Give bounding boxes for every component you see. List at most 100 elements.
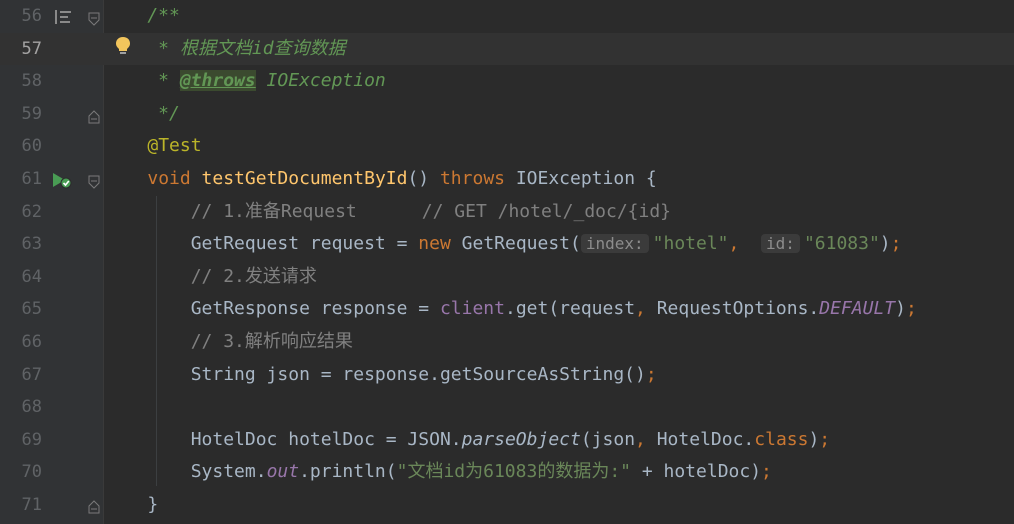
code-token: ; xyxy=(905,298,917,320)
code-token: , xyxy=(635,298,657,320)
code-token: (json xyxy=(580,428,636,450)
code-token: IOException xyxy=(255,70,386,92)
code-token: /** xyxy=(104,5,180,26)
code-token: ; xyxy=(819,428,831,450)
code-text[interactable]: } xyxy=(104,489,1014,522)
code-text[interactable]: * 根据文档id查询数据 xyxy=(104,33,1014,66)
code-text[interactable]: GetResponse response = client.get(reques… xyxy=(104,293,1014,326)
code-line[interactable]: 56 /** xyxy=(0,0,1014,33)
code-text[interactable]: void testGetDocumentById() throws IOExce… xyxy=(104,163,1014,196)
code-token: HotelDoc hotelDoc = JSON. xyxy=(104,428,462,450)
code-text[interactable]: HotelDoc hotelDoc = JSON.parseObject(jso… xyxy=(104,424,1014,457)
code-line[interactable]: 64 // 2.发送请求 xyxy=(0,261,1014,294)
code-text[interactable]: String json = response.getSourceAsString… xyxy=(104,359,1014,392)
code-token: HotelDoc. xyxy=(656,428,755,450)
code-token: out xyxy=(266,461,300,483)
parameter-hint: id: xyxy=(761,234,800,254)
code-token: RequestOptions. xyxy=(656,298,820,320)
fold-end-icon[interactable] xyxy=(88,108,100,124)
code-editor[interactable]: 56 /** 57 * 根据文档id查询数据 58 * @throws IOExce… xyxy=(0,0,1014,524)
code-text[interactable]: * @throws IOException xyxy=(104,65,1014,98)
code-token: ; xyxy=(645,363,657,385)
code-token: + hotelDoc) xyxy=(631,461,762,483)
line-number: 61 xyxy=(21,169,42,189)
doc-comment-render-icon[interactable] xyxy=(54,9,72,30)
code-text[interactable]: */ xyxy=(104,98,1014,131)
code-token: class xyxy=(754,428,809,450)
lightbulb-icon[interactable] xyxy=(115,36,131,61)
code-token: String json = response.getSourceAsString… xyxy=(104,363,646,385)
code-token: } xyxy=(104,494,159,515)
code-token: void xyxy=(147,168,202,189)
code-token: * 根据文档id查询数据 xyxy=(104,37,346,59)
code-token: @Test xyxy=(147,135,202,157)
code-token: ; xyxy=(761,461,772,483)
code-line[interactable]: 61 void testGetDocumentById() throws IOE… xyxy=(0,163,1014,196)
parameter-hint: index: xyxy=(580,234,649,254)
line-number: 67 xyxy=(21,364,42,385)
code-token: GetRequest request = xyxy=(104,233,419,255)
line-number: 65 xyxy=(21,299,42,320)
line-number: 62 xyxy=(21,201,42,222)
code-line[interactable]: 59 */ xyxy=(0,98,1014,131)
code-line[interactable]: 71 } xyxy=(0,489,1014,522)
line-number: 56 xyxy=(21,6,42,26)
code-token: * xyxy=(104,70,180,92)
code-text[interactable]: // 1.准备Request // GET /hotel/_doc/{id} xyxy=(104,196,1014,229)
code-text[interactable]: /** xyxy=(104,0,1014,33)
code-token: new xyxy=(418,233,462,255)
code-line[interactable]: 70 System.out.println("文档id为61083的数据为:" … xyxy=(0,456,1014,489)
fold-end-icon[interactable] xyxy=(88,498,100,514)
code-line[interactable]: 69 HotelDoc hotelDoc = JSON.parseObject(… xyxy=(0,424,1014,457)
fold-marker-icon[interactable] xyxy=(88,173,100,189)
code-token: GetResponse response = xyxy=(104,298,440,320)
code-token: "hotel" xyxy=(652,233,729,255)
code-text[interactable]: System.out.println("文档id为61083的数据为:" + h… xyxy=(104,456,1014,489)
code-token: ) xyxy=(879,233,891,255)
line-number: 69 xyxy=(21,429,42,450)
line-number: 71 xyxy=(21,495,42,515)
code-line[interactable]: 58 * @throws IOException xyxy=(0,65,1014,98)
line-number: 57 xyxy=(21,38,42,59)
code-line[interactable]: 60 @Test xyxy=(0,130,1014,163)
indent-guide xyxy=(156,196,157,486)
code-text[interactable]: @Test xyxy=(104,130,1014,163)
fold-marker-icon[interactable] xyxy=(88,10,100,26)
code-token: // 3.解析响应结果 xyxy=(104,331,353,352)
code-token: , xyxy=(635,428,657,450)
code-text[interactable]: GetRequest request = new GetRequest(inde… xyxy=(104,228,1014,261)
line-number: 70 xyxy=(21,462,42,483)
code-token: client xyxy=(439,298,505,320)
run-test-icon[interactable] xyxy=(51,170,73,195)
code-token: DEFAULT xyxy=(819,298,896,320)
line-number: 63 xyxy=(21,234,42,255)
code-token: , xyxy=(728,233,762,255)
code-line[interactable]: 65 GetResponse response = client.get(req… xyxy=(0,293,1014,326)
line-number: 68 xyxy=(21,397,42,418)
line-number: 64 xyxy=(21,266,42,287)
code-token: IOException { xyxy=(515,168,657,189)
line-number: 59 xyxy=(21,103,42,124)
code-line[interactable]: 67 String json = response.getSourceAsStr… xyxy=(0,359,1014,392)
code-line[interactable]: 66 // 3.解析响应结果 xyxy=(0,326,1014,359)
code-text[interactable]: // 3.解析响应结果 xyxy=(104,326,1014,359)
code-token: // 1.准备Request // GET /hotel/_doc/{id} xyxy=(104,200,672,222)
code-token: parseObject xyxy=(461,428,581,450)
code-line[interactable]: 62 // 1.准备Request // GET /hotel/_doc/{id… xyxy=(0,196,1014,229)
code-token: ) xyxy=(808,428,820,450)
code-line[interactable]: 68 xyxy=(0,391,1014,424)
code-token: GetRequest( xyxy=(461,233,581,255)
line-number: 66 xyxy=(21,332,42,352)
code-token: // 2.发送请求 xyxy=(104,265,317,287)
code-token: () xyxy=(407,168,440,189)
code-token: throws xyxy=(439,168,516,189)
code-token: "文档id为61083的数据为:" xyxy=(396,461,631,483)
code-line[interactable]: 57 * 根据文档id查询数据 xyxy=(0,32,1014,66)
line-number: 60 xyxy=(21,136,42,157)
code-token: ) xyxy=(895,298,906,320)
line-number: 58 xyxy=(21,71,42,92)
code-line[interactable]: 63 GetRequest request = new GetRequest(i… xyxy=(0,228,1014,261)
code-token: System. xyxy=(104,461,267,483)
code-text[interactable]: // 2.发送请求 xyxy=(104,261,1014,294)
